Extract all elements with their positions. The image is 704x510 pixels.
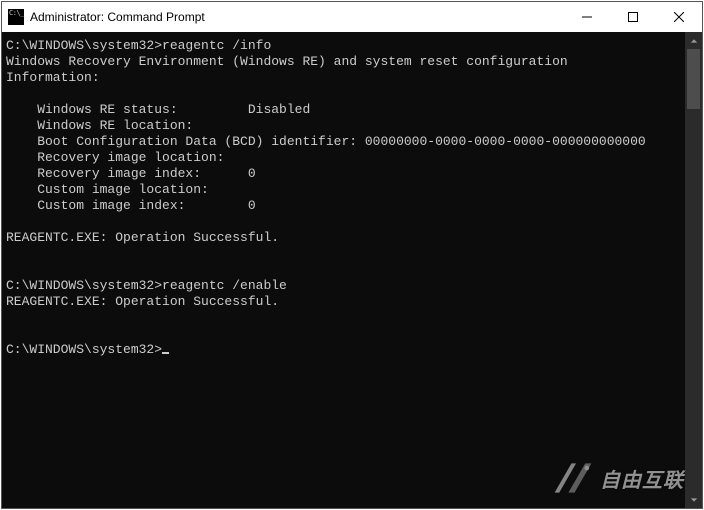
cmd-icon [8, 9, 24, 25]
terminal-output[interactable]: C:\WINDOWS\system32>reagentc /infoWindow… [2, 32, 685, 508]
scroll-thumb[interactable] [687, 49, 700, 109]
output-line: Windows RE location: [6, 118, 681, 134]
output-line: REAGENTC.EXE: Operation Successful. [6, 230, 681, 246]
output-line [6, 246, 681, 262]
prompt-path: C:\WINDOWS\system32> [6, 278, 162, 293]
output-line: Information: [6, 70, 681, 86]
output-line: Recovery image index: 0 [6, 166, 681, 182]
cursor-icon [162, 352, 169, 354]
command-text: reagentc /enable [162, 278, 287, 293]
client-area: C:\WINDOWS\system32>reagentc /infoWindow… [2, 32, 702, 508]
output-line [6, 86, 681, 102]
output-line: Boot Configuration Data (BCD) identifier… [6, 134, 681, 150]
command-prompt-window: Administrator: Command Prompt C:\WINDOWS… [1, 1, 703, 509]
output-line [6, 214, 681, 230]
output-line: Custom image index: 0 [6, 198, 681, 214]
prompt-path: C:\WINDOWS\system32> [6, 38, 162, 53]
titlebar[interactable]: Administrator: Command Prompt [2, 2, 702, 32]
output-line: Recovery image location: [6, 150, 681, 166]
close-button[interactable] [656, 2, 702, 32]
prompt-path: C:\WINDOWS\system32> [6, 342, 162, 357]
maximize-button[interactable] [610, 2, 656, 32]
scroll-up-button[interactable] [685, 32, 702, 49]
output-line [6, 310, 681, 326]
vertical-scrollbar[interactable] [685, 32, 702, 508]
output-line [6, 262, 681, 278]
minimize-button[interactable] [564, 2, 610, 32]
output-line [6, 326, 681, 342]
window-title: Administrator: Command Prompt [30, 10, 205, 24]
scroll-down-button[interactable] [685, 491, 702, 508]
command-text: reagentc /info [162, 38, 271, 53]
output-line: Custom image location: [6, 182, 681, 198]
output-line: Windows Recovery Environment (Windows RE… [6, 54, 681, 70]
output-line: REAGENTC.EXE: Operation Successful. [6, 294, 681, 310]
output-line: Windows RE status: Disabled [6, 102, 681, 118]
